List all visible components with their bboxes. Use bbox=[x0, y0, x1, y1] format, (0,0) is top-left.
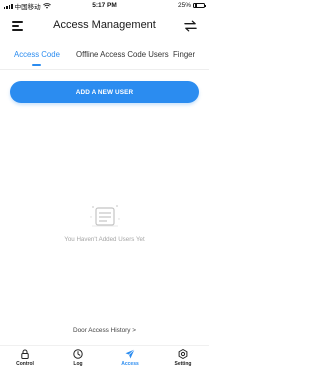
nav-control[interactable]: Control bbox=[5, 349, 45, 367]
header-bar: Access Management bbox=[0, 13, 209, 39]
send-icon bbox=[125, 349, 135, 359]
nav-label-log: Log bbox=[73, 361, 83, 367]
nav-label-setting: Setting bbox=[174, 361, 192, 367]
clock-icon bbox=[73, 349, 83, 359]
nav-setting[interactable]: Setting bbox=[163, 349, 203, 367]
tab-offline-access-code-users[interactable]: Offline Access Code Users bbox=[76, 50, 169, 59]
tab-finger[interactable]: Finger bbox=[173, 50, 195, 59]
active-tab-indicator bbox=[32, 64, 41, 66]
tab-bar: Access Code Offline Access Code Users Fi… bbox=[0, 44, 209, 66]
nav-access[interactable]: Access bbox=[110, 349, 150, 367]
lock-icon bbox=[21, 349, 29, 359]
nav-label-control: Control bbox=[16, 361, 34, 367]
status-bar: 中国移动 5:17 PM 25% bbox=[0, 0, 209, 11]
page-title: Access Management bbox=[53, 19, 156, 31]
hamburger-menu-icon[interactable] bbox=[12, 21, 24, 31]
document-list-icon bbox=[90, 205, 120, 227]
tab-access-code[interactable]: Access Code bbox=[14, 50, 60, 59]
app-screen: 中国移动 5:17 PM 25% Access Management Acces… bbox=[0, 0, 209, 371]
carrier-label: 中国移动 bbox=[14, 3, 41, 11]
battery-icon bbox=[193, 2, 206, 9]
door-access-history-link[interactable]: Door Access History > bbox=[0, 327, 209, 334]
nav-log[interactable]: Log bbox=[58, 349, 98, 367]
empty-state-message: You Haven't Added Users Yet bbox=[64, 236, 145, 243]
swap-arrows-icon[interactable] bbox=[184, 20, 197, 32]
nav-label-access: Access bbox=[121, 361, 139, 367]
signal-icon bbox=[4, 3, 13, 9]
wifi-icon bbox=[42, 2, 51, 9]
add-new-user-button[interactable]: ADD A NEW USER bbox=[10, 81, 199, 103]
battery-percent: 25% bbox=[177, 2, 191, 9]
divider bbox=[0, 69, 209, 70]
gear-icon bbox=[178, 349, 188, 359]
bottom-nav: Control Log Access Setting bbox=[0, 345, 209, 371]
